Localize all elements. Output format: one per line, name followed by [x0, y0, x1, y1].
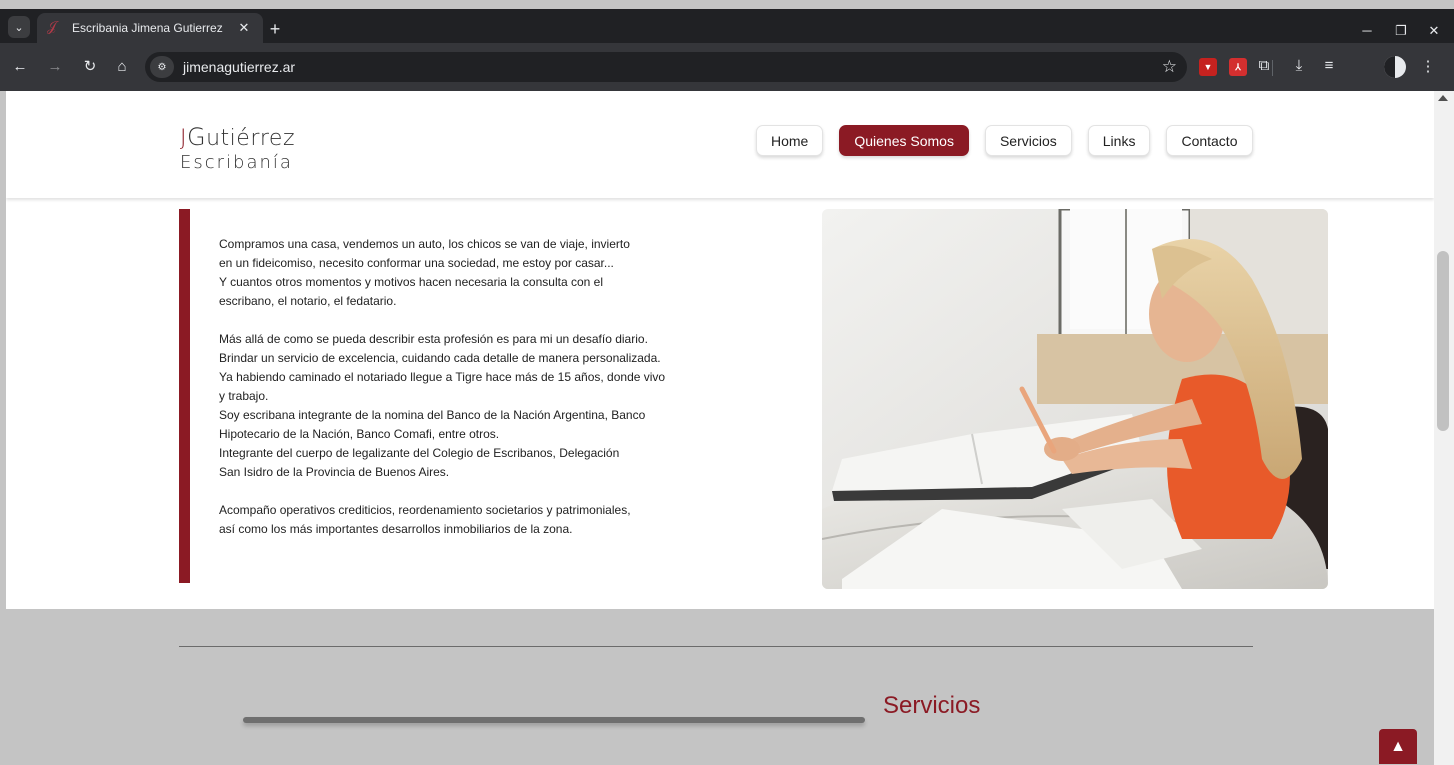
- profile-icon[interactable]: [1384, 56, 1406, 78]
- reload-icon[interactable]: ↻: [79, 57, 101, 77]
- about-line: Soy escribana integrante de la nomina de…: [219, 408, 646, 422]
- notary-photo: [822, 209, 1328, 589]
- media-icon[interactable]: ≡: [1319, 57, 1339, 74]
- about-line: Hipotecario de la Nación, Banco Comafi, …: [219, 427, 500, 441]
- about-line: y trabajo.: [219, 389, 269, 403]
- favicon-icon: 𝒥: [47, 20, 57, 35]
- tab-title: Escribania Jimena Gutierrez: [72, 21, 223, 35]
- page-scrollbar[interactable]: [1434, 91, 1454, 765]
- about-line: Integrante del cuerpo de legalizante del…: [219, 446, 620, 460]
- forward-icon[interactable]: →: [44, 57, 66, 77]
- home-icon[interactable]: ⌂: [111, 57, 133, 77]
- about-line: Ya habiendo caminado el notariado llegue…: [219, 370, 666, 384]
- star-icon[interactable]: ☆: [1162, 57, 1177, 77]
- logo-rest: utiérrez: [206, 126, 296, 151]
- site-header: JGutiérrez Escribanía Home Quienes Somos S…: [6, 91, 1434, 198]
- about-line: escribano, el notario, el fedatario.: [219, 294, 397, 308]
- download-icon[interactable]: ⤓: [1289, 57, 1309, 74]
- about-line: Acompaño operativos crediticios, reorden…: [219, 503, 631, 517]
- extension-icon[interactable]: ▼: [1199, 58, 1217, 76]
- about-paragraph-1: Compramos una casa, vendemos un auto, lo…: [219, 235, 699, 311]
- puzzle-icon[interactable]: ⧉: [1254, 57, 1274, 74]
- about-paragraph-2: Más allá de como se pueda describir esta…: [219, 330, 699, 482]
- main-nav: Home Quienes Somos Servicios Links Contacto: [756, 125, 1253, 156]
- chevron-up-icon[interactable]: ▲: [1379, 729, 1417, 764]
- nav-contacto[interactable]: Contacto: [1166, 125, 1253, 156]
- nav-links[interactable]: Links: [1087, 125, 1151, 156]
- tab-menu-icon[interactable]: ⌄: [8, 16, 30, 38]
- about-line: Y cuantos otros momentos y motivos hacen…: [219, 275, 603, 289]
- about-line: en un fideicomiso, necesito conformar un…: [219, 256, 614, 270]
- about-line: Compramos una casa, vendemos un auto, lo…: [219, 237, 630, 251]
- nav-home[interactable]: Home: [756, 125, 824, 156]
- about-section: Compramos una casa, vendemos un auto, lo…: [6, 198, 1434, 609]
- about-line: San Isidro de la Provincia de Buenos Air…: [219, 465, 450, 479]
- back-icon[interactable]: ←: [9, 57, 31, 77]
- minimize-button[interactable]: ─: [1355, 23, 1379, 38]
- about-text: Compramos una casa, vendemos un auto, lo…: [219, 235, 699, 539]
- logo-subtitle: Escribanía: [180, 152, 293, 173]
- servicios-title: Servicios: [883, 692, 981, 719]
- window-frame: [0, 0, 1454, 9]
- close-icon[interactable]: ✕: [235, 20, 253, 36]
- page-viewport: JGutiérrez Escribanía Home Quienes Somos S…: [6, 91, 1434, 765]
- tab-bar: ⌄ 𝒥 Escribania Jimena Gutierrez ✕ + ─ ❐ …: [0, 9, 1454, 43]
- nav-servicios[interactable]: Servicios: [984, 125, 1072, 156]
- servicios-rule: [243, 717, 865, 723]
- scroll-thumb[interactable]: [1437, 251, 1449, 431]
- restore-button[interactable]: ❐: [1389, 23, 1413, 39]
- about-line: así como los más importantes desarrollos…: [219, 522, 573, 536]
- section-divider: [179, 646, 1253, 647]
- browser-tab[interactable]: 𝒥 Escribania Jimena Gutierrez ✕: [37, 13, 263, 43]
- nav-quienes-somos[interactable]: Quienes Somos: [839, 125, 969, 156]
- accent-bar: [179, 209, 190, 583]
- menu-icon[interactable]: ⋮: [1418, 57, 1438, 75]
- plus-icon[interactable]: +: [265, 20, 285, 38]
- about-line: Más allá de como se pueda describir esta…: [219, 332, 648, 346]
- site-info-icon[interactable]: ⚙: [150, 56, 174, 78]
- scroll-up-icon[interactable]: [1438, 95, 1448, 101]
- address-bar[interactable]: ⚙ jimenagutierrez.ar ☆: [145, 52, 1187, 82]
- url-text[interactable]: jimenagutierrez.ar: [183, 59, 295, 75]
- window-close-button[interactable]: ✕: [1422, 23, 1446, 39]
- about-line: Brindar un servicio de excelencia, cuida…: [219, 351, 661, 365]
- pdf-icon[interactable]: ⅄: [1229, 58, 1247, 76]
- toolbar-separator: [1272, 60, 1273, 76]
- logo-j: J: [180, 126, 187, 151]
- about-paragraph-3: Acompaño operativos crediticios, reorden…: [219, 501, 699, 539]
- logo-g: G: [187, 123, 207, 151]
- site-logo[interactable]: JGutiérrez Escribanía: [180, 125, 295, 175]
